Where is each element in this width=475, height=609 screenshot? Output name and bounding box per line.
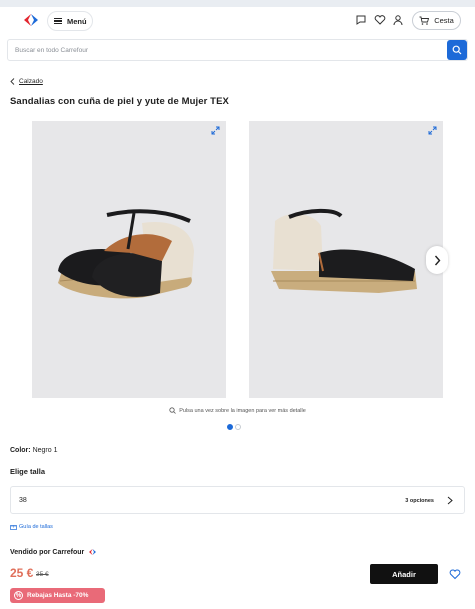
image-hint-text: Pulsa una vez sobre la imagen para ver m… xyxy=(179,407,306,414)
chevron-left-icon xyxy=(10,78,15,85)
cart-icon xyxy=(419,16,430,25)
size-title: Elige talla xyxy=(10,467,46,476)
chevron-right-icon xyxy=(434,255,440,265)
breadcrumb-label: Calzado xyxy=(19,78,43,85)
search-button[interactable] xyxy=(447,40,467,60)
size-select[interactable]: 38 3 opciones xyxy=(10,486,465,514)
sandal-front-illustration xyxy=(58,209,194,299)
cart-label: Cesta xyxy=(434,16,454,25)
chat-icon[interactable] xyxy=(355,14,367,26)
size-guide-label: Guía de tallas xyxy=(19,524,53,530)
image-hint: Pulsa una vez sobre la imagen para ver m… xyxy=(0,407,475,414)
add-to-cart-button[interactable]: Añadir xyxy=(370,564,438,584)
carousel-dot[interactable] xyxy=(227,424,233,430)
search-input[interactable] xyxy=(8,40,447,60)
heart-icon[interactable] xyxy=(374,14,386,26)
discount-icon: % xyxy=(14,591,23,600)
zoom-icon xyxy=(169,407,176,414)
seller-label: Vendido por Carrefour xyxy=(10,548,85,556)
promo-label: Rebajas Hasta -70% xyxy=(27,592,89,599)
color-line: Color: Negro 1 xyxy=(10,447,57,454)
sandal-side-illustration xyxy=(271,208,417,293)
size-options-count: 3 opciones xyxy=(405,498,434,504)
carrefour-logo[interactable] xyxy=(20,12,42,28)
carousel-dots xyxy=(227,424,241,430)
menu-label: Menú xyxy=(67,16,87,26)
search-icon xyxy=(452,45,462,55)
breadcrumb[interactable]: Calzado xyxy=(10,78,43,85)
chevron-right-icon xyxy=(447,496,453,505)
size-value: 38 xyxy=(19,497,27,504)
carousel-dot[interactable] xyxy=(235,424,241,430)
product-image-2[interactable] xyxy=(249,121,443,398)
next-image-button[interactable] xyxy=(426,246,448,274)
search-bar xyxy=(7,39,468,61)
site-header: Menú Cesta xyxy=(0,7,475,35)
current-price: 25 € xyxy=(10,566,34,580)
ruler-icon xyxy=(10,524,17,530)
color-value: Negro 1 xyxy=(32,447,58,454)
old-price: 35 € xyxy=(36,571,49,578)
cart-button[interactable]: Cesta xyxy=(412,11,461,30)
seller-info: Vendido por Carrefour xyxy=(10,548,98,556)
promo-badge: % Rebajas Hasta -70% xyxy=(10,588,105,603)
hamburger-icon xyxy=(54,18,62,24)
wishlist-heart-icon[interactable] xyxy=(449,568,461,580)
product-image-1[interactable] xyxy=(32,121,226,398)
size-guide-link[interactable]: Guía de tallas xyxy=(10,524,53,530)
menu-button[interactable]: Menú xyxy=(47,11,93,31)
user-icon[interactable] xyxy=(392,14,404,26)
color-label: Color: xyxy=(10,447,31,454)
product-title: Sandalias con cuña de piel y yute de Muj… xyxy=(10,96,229,107)
browser-top-strip xyxy=(0,0,475,7)
carrefour-logo-small xyxy=(89,549,97,555)
